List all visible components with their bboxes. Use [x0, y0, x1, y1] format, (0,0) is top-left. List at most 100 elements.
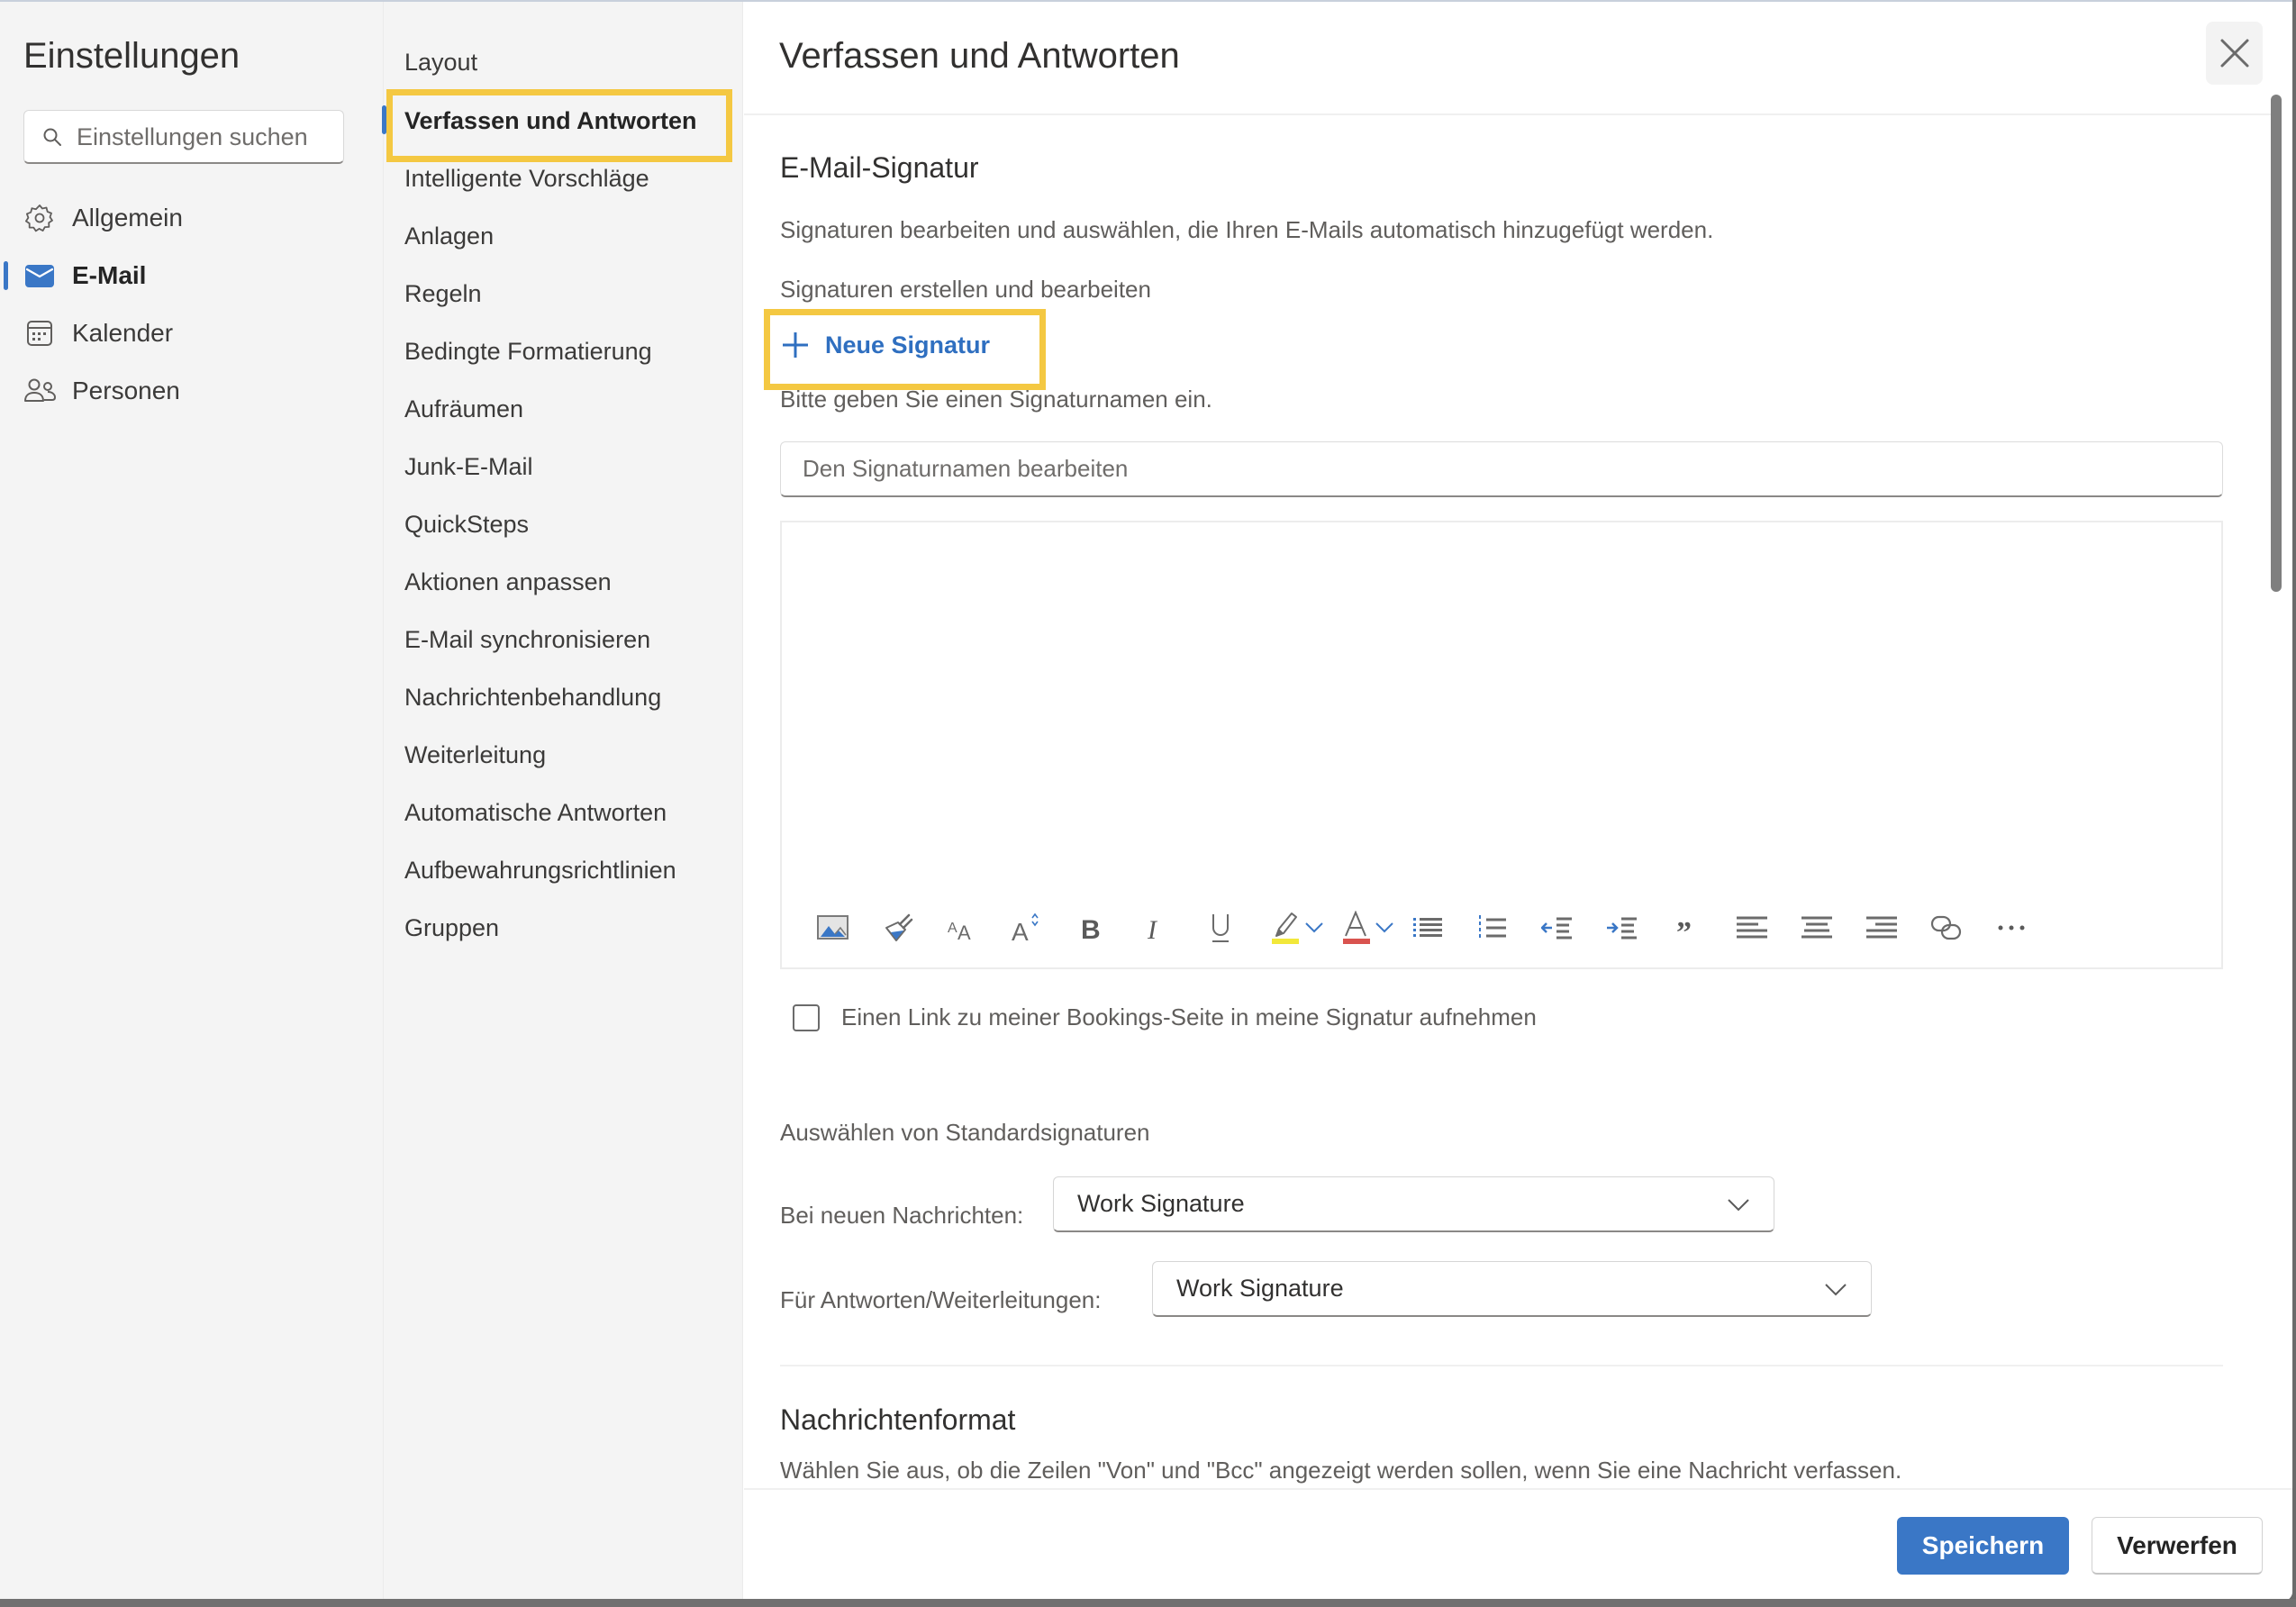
mail-icon	[23, 259, 56, 292]
outdent-icon	[1541, 917, 1572, 940]
numbering-button[interactable]	[1472, 903, 1513, 953]
align-left-button[interactable]	[1731, 903, 1773, 953]
font-color-dropdown-button[interactable]	[1371, 903, 1398, 953]
nav-item-kalender[interactable]: Kalender	[23, 311, 366, 356]
subnav-item-aktionen-anpassen[interactable]: Aktionen anpassen	[404, 564, 612, 600]
quote-icon: ”	[1676, 916, 1692, 940]
text-effects-button[interactable]: A	[1005, 903, 1047, 953]
highlight-dropdown-button[interactable]	[1301, 903, 1328, 953]
chevron-down-icon	[1305, 922, 1323, 933]
subnav-item-aufbewahrungsrichtlinien[interactable]: Aufbewahrungsrichtlinien	[404, 852, 676, 888]
bookings-link-checkbox[interactable]	[793, 1003, 820, 1031]
font-size-button[interactable]: A A	[940, 903, 982, 953]
message-format-heading: Nachrichtenformat	[780, 1403, 1016, 1436]
nav-item-personen[interactable]: Personen	[23, 368, 366, 413]
italic-button[interactable]: I	[1135, 903, 1176, 953]
replies-signature-select[interactable]: Work Signature	[1152, 1261, 1872, 1317]
new-messages-signature-value: Work Signature	[1077, 1190, 1245, 1217]
increase-indent-button[interactable]	[1602, 903, 1643, 953]
settings-search[interactable]	[23, 110, 344, 164]
settings-search-input[interactable]	[75, 111, 340, 163]
nav-label: Kalender	[72, 319, 174, 347]
subnav-item-quicksteps[interactable]: QuickSteps	[404, 506, 529, 542]
insert-image-button[interactable]	[812, 903, 854, 953]
chevron-down-icon	[1375, 922, 1393, 933]
nav-item-allgemein[interactable]: Allgemein	[23, 195, 366, 241]
subnav-item-nachrichtenbehandlung[interactable]: Nachrichtenbehandlung	[404, 679, 661, 715]
subnav-item-anlagen[interactable]: Anlagen	[404, 218, 494, 254]
subnav-item-weiterleitung[interactable]: Weiterleitung	[404, 737, 546, 773]
new-messages-label: Bei neuen Nachrichten:	[780, 1202, 1024, 1229]
replies-label: Für Antworten/Weiterleitungen:	[780, 1286, 1102, 1313]
subnav-item-bedingte-formatierung[interactable]: Bedingte Formatierung	[404, 333, 652, 369]
signature-heading: E-Mail-Signatur	[780, 151, 979, 184]
svg-text:B: B	[1081, 915, 1101, 943]
content-scrollbar[interactable]	[2271, 95, 2282, 592]
bold-button[interactable]: B	[1070, 903, 1112, 953]
format-painter-button[interactable]	[877, 903, 919, 953]
nav-label: E-Mail	[72, 261, 147, 289]
numbered-list-icon	[1479, 915, 1506, 940]
more-options-button[interactable]	[1991, 903, 2032, 953]
subnav-item-aufraeumen[interactable]: Aufräumen	[404, 391, 523, 427]
align-center-icon	[1801, 916, 1832, 939]
bookings-link-label: Einen Link zu meiner Bookings-Seite in m…	[841, 1003, 1537, 1030]
nav-label: Allgemein	[72, 204, 183, 232]
bold-icon: B	[1081, 915, 1101, 943]
subnav-item-gruppen[interactable]: Gruppen	[404, 910, 499, 946]
signature-editor: A A A B I ”	[780, 521, 2223, 969]
nav-label: Personen	[72, 377, 180, 404]
underline-button[interactable]	[1200, 903, 1241, 953]
close-button[interactable]	[2206, 22, 2263, 85]
discard-button[interactable]: Verwerfen	[2092, 1517, 2263, 1575]
align-left-icon	[1737, 916, 1767, 939]
chevron-down-icon	[1728, 1199, 1749, 1212]
subnav-item-intelligente-vorschlaege[interactable]: Intelligente Vorschläge	[404, 160, 649, 196]
highlight-annotation-new-signature	[764, 309, 1046, 390]
subnav-item-junk-email[interactable]: Junk-E-Mail	[404, 449, 533, 485]
svg-text:A: A	[1012, 918, 1029, 943]
link-icon	[1930, 915, 1962, 940]
svg-text:A: A	[957, 922, 971, 941]
signature-name-field[interactable]	[780, 441, 2223, 497]
replies-signature-value: Work Signature	[1176, 1275, 1344, 1302]
subnav-item-regeln[interactable]: Regeln	[404, 276, 482, 312]
quote-button[interactable]: ”	[1666, 903, 1708, 953]
more-icon	[1998, 925, 2025, 931]
subnav-item-email-synchronisieren[interactable]: E-Mail synchronisieren	[404, 622, 650, 658]
highlight-annotation-subnav	[386, 89, 732, 162]
link-button[interactable]	[1926, 903, 1967, 953]
gear-icon	[23, 202, 56, 234]
align-right-button[interactable]	[1861, 903, 1902, 953]
calendar-icon	[23, 317, 56, 350]
default-signatures-heading: Auswählen von Standardsignaturen	[780, 1119, 1150, 1146]
indent-icon	[1607, 917, 1637, 940]
settings-dialog: Einstellungen Allgemein	[0, 0, 2292, 1601]
signature-editor-body[interactable]	[782, 522, 2221, 874]
svg-text:”: ”	[1676, 916, 1692, 940]
italic-icon: I	[1147, 915, 1158, 943]
nav-active-indicator	[4, 261, 8, 290]
signature-description: Signaturen bearbeiten und auswählen, die…	[780, 216, 1714, 243]
save-button[interactable]: Speichern	[1897, 1517, 2069, 1575]
align-center-button[interactable]	[1796, 903, 1838, 953]
underline-icon	[1212, 914, 1229, 942]
nav-item-email[interactable]: E-Mail	[23, 253, 366, 298]
font-size-icon: A A	[948, 921, 971, 941]
search-icon	[43, 128, 61, 146]
header-divider	[744, 113, 2275, 115]
signature-name-input[interactable]	[781, 442, 2222, 495]
bullets-button[interactable]	[1407, 903, 1448, 953]
decrease-indent-button[interactable]	[1537, 903, 1578, 953]
subnav-item-automatische-antworten[interactable]: Automatische Antworten	[404, 794, 667, 831]
font-color-icon	[1343, 911, 1370, 944]
message-format-description: Wählen Sie aus, ob die Zeilen "Von" und …	[780, 1457, 1902, 1484]
new-messages-signature-select[interactable]: Work Signature	[1053, 1176, 1774, 1232]
image-icon	[817, 915, 849, 940]
settings-nav: Einstellungen Allgemein	[0, 2, 384, 1601]
subnav-item-layout[interactable]: Layout	[404, 44, 477, 80]
align-right-icon	[1866, 916, 1897, 939]
svg-text:A: A	[948, 921, 957, 936]
chevron-down-icon	[1825, 1284, 1847, 1296]
bookings-link-option[interactable]: Einen Link zu meiner Bookings-Seite in m…	[793, 1003, 1537, 1031]
